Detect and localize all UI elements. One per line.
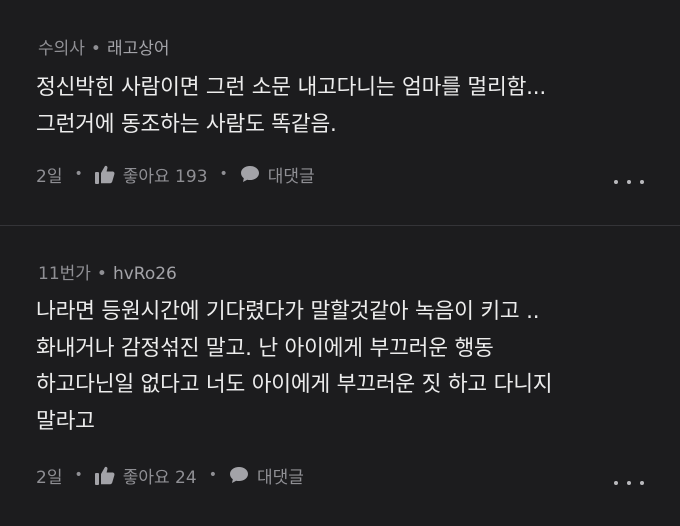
username-link[interactable]: hvRo26: [113, 264, 177, 284]
action-separator: •: [74, 166, 83, 182]
username-link[interactable]: 래고상어: [107, 39, 170, 59]
comment-item: 11번가 • hvRo26 나라면 등원시간에 기다렸다가 말할것같아 녹음이 키고…: [0, 226, 680, 526]
author-badge: 수의사: [38, 39, 85, 59]
meta-separator: •: [90, 39, 101, 59]
author-badge: 11번가: [38, 264, 91, 284]
like-button[interactable]: 좋아요 193: [94, 162, 208, 187]
like-button[interactable]: 좋아요 24: [94, 463, 197, 488]
comment-text-line: 정신박힌 사람이면 그런 소문 내고다니는 엄마를 멀리함...: [36, 75, 547, 100]
comment-time: 2일: [36, 166, 63, 187]
more-options-button[interactable]: [614, 478, 644, 488]
reply-button[interactable]: 대댓글: [229, 463, 304, 488]
speech-bubble-icon: [240, 166, 259, 182]
comment-text-line: 화내거나 감정섞진 말고. 난 아이에게 부끄러운 행동: [36, 335, 494, 361]
more-dot: [627, 180, 631, 184]
reply-label: 대댓글: [256, 467, 304, 488]
comment-actions: 2일 • 좋아요 193 • 대댓글: [36, 161, 315, 187]
meta-separator: •: [96, 264, 107, 284]
thumbs-up-icon: [94, 165, 115, 184]
like-label: 좋아요 193: [122, 166, 208, 187]
action-separator: •: [219, 166, 228, 182]
comment-text-line: 그런거에 동조하는 사람도 똑같음.: [36, 111, 337, 137]
comment-text-line: 말라고: [36, 408, 95, 434]
comment-text-line: 나라면 등원시간에 기다렸다가 말할것같아 녹음이 키고 ..: [36, 299, 540, 324]
speech-bubble-icon: [229, 467, 248, 483]
comment-body: 정신박힌 사람이면 그런 소문 내고다니는 엄마를 멀리함... 그런거에 동조…: [36, 70, 666, 143]
comment-time: 2일: [36, 467, 63, 488]
comment-meta: 11번가 • hvRo26: [38, 259, 177, 284]
like-label: 좋아요 24: [122, 467, 197, 488]
more-dots-icon: [614, 180, 618, 184]
reply-label: 대댓글: [267, 166, 315, 187]
more-options-button[interactable]: [614, 177, 644, 187]
more-dot: [640, 481, 644, 485]
comment-meta: 수의사 • 래고상어: [38, 34, 170, 59]
comment-actions: 2일 • 좋아요 24 • 대댓글: [36, 462, 304, 488]
thumbs-up-icon: [94, 466, 115, 485]
action-separator: •: [208, 467, 217, 483]
reply-button[interactable]: 대댓글: [240, 162, 315, 187]
comment-body: 나라면 등원시간에 기다렸다가 말할것같아 녹음이 키고 .. 화내거나 감정섞…: [36, 294, 666, 440]
action-separator: •: [74, 467, 83, 483]
more-dot: [640, 180, 644, 184]
comment-text-line: 하고다닌일 없다고 너도 아이에게 부끄러운 짓 하고 다니지: [36, 372, 553, 397]
more-dot: [627, 481, 631, 485]
more-dots-icon: [614, 481, 618, 485]
comment-item: 수의사 • 래고상어 정신박힌 사람이면 그런 소문 내고다니는 엄마를 멀리함..…: [0, 0, 680, 225]
